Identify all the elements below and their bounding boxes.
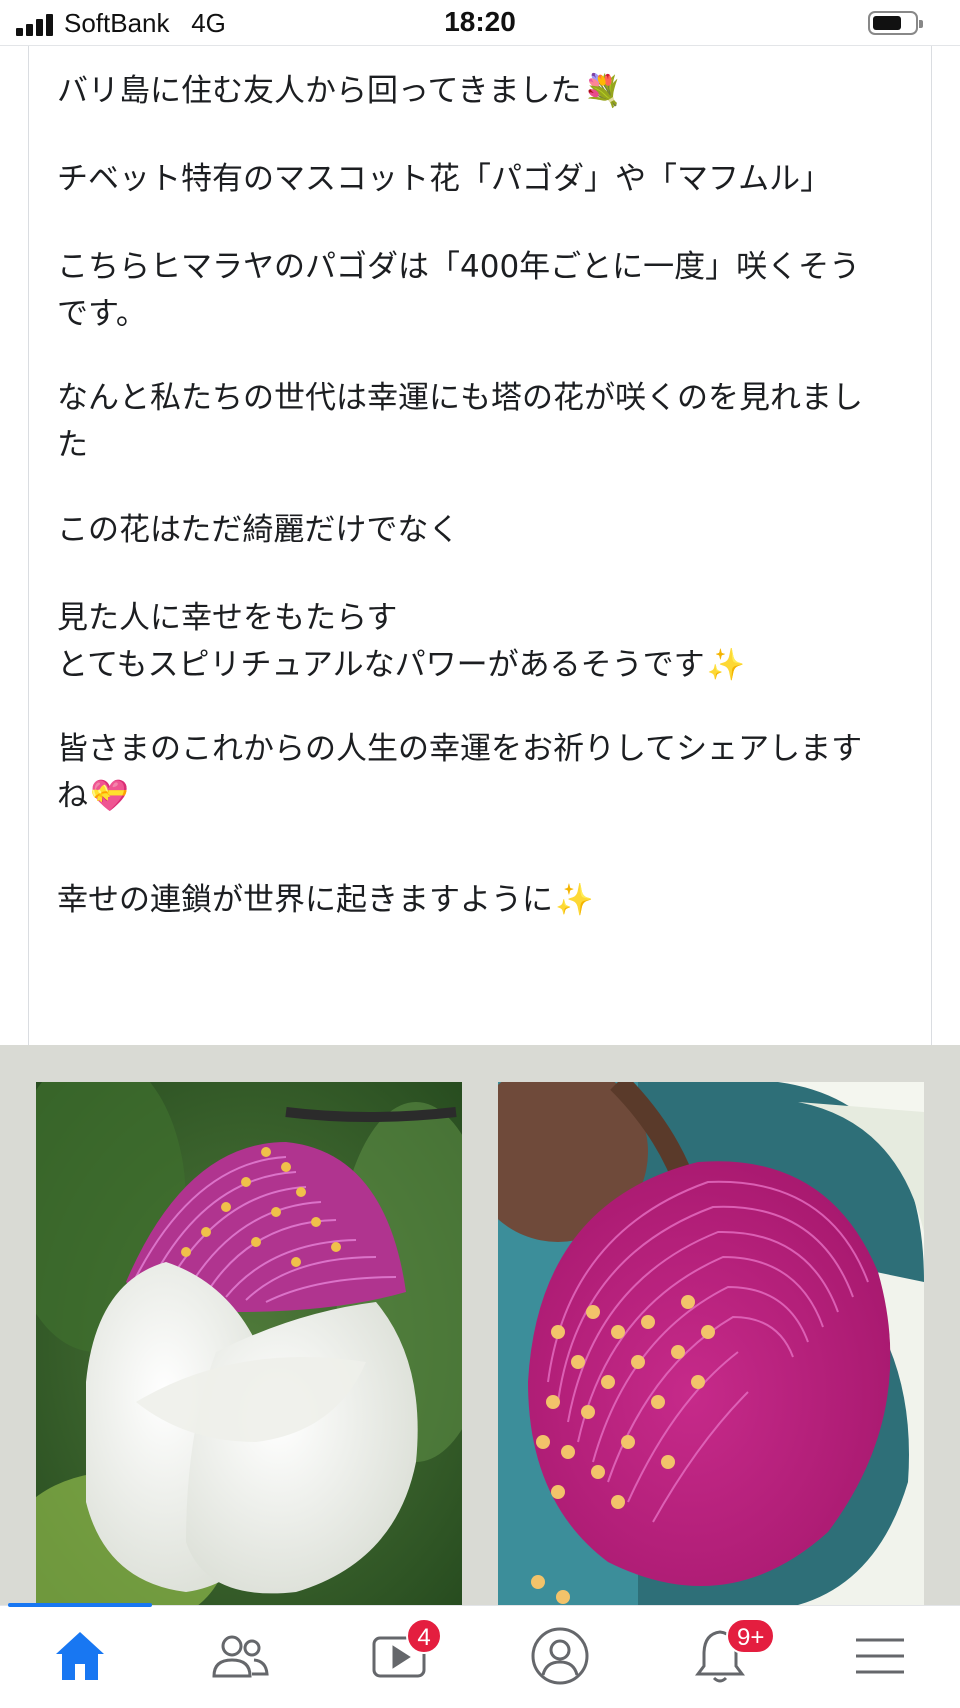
post-text-line: た [57, 427, 88, 463]
post-text-line: こちらヒマラヤのパゴダは「400年ごとに一度」咲くそう [57, 249, 861, 285]
post-text-line: 幸せの連鎖が世界に起きますように✨ [57, 875, 594, 925]
watch-badge: 4 [406, 1618, 442, 1654]
tab-home[interactable] [10, 1606, 150, 1708]
post-text-line: 見た人に幸せをもたらす [57, 600, 398, 636]
post-text-line: 皆さまのこれからの人生の幸運をお祈りしてシェアします [57, 731, 863, 767]
pagoda-flower-bloom-photo[interactable] [498, 1082, 924, 1605]
tab-friends[interactable] [170, 1606, 310, 1708]
tab-menu[interactable] [810, 1606, 950, 1708]
emoji-icon: ✨ [706, 647, 746, 683]
post-text-line: チベット特有のマスコット花「パゴダ」や「マフムル」 [57, 161, 832, 197]
emoji-icon: 💐 [583, 73, 623, 109]
post-text-line: なんと私たちの世代は幸運にも塔の花が咲くのを見れまし [57, 380, 863, 416]
photo-gallery [0, 1045, 960, 1605]
post-text-line: ね💝 [57, 771, 129, 821]
profile-icon [531, 1627, 589, 1685]
post-text-line: です。 [57, 296, 147, 332]
tab-notifications[interactable]: 9+ [650, 1606, 790, 1708]
status-bar: SoftBank 4G 18:20 [0, 0, 960, 46]
emoji-icon: 💝 [90, 778, 129, 814]
post-card: バリ島に住む友人から回ってきました💐 チベット特有のマスコット花「パゴダ」や「マフ… [28, 46, 932, 1045]
tab-profile[interactable] [490, 1606, 630, 1708]
emoji-icon: ✨ [555, 882, 594, 918]
post-text-line: バリ島に住む友人から回ってきました💐 [57, 66, 622, 116]
home-icon [56, 1632, 104, 1680]
bottom-tab-bar: 4 9+ [0, 1603, 960, 1708]
friends-icon [212, 1635, 269, 1678]
notifications-badge: 9+ [726, 1618, 776, 1654]
menu-icon [856, 1638, 904, 1674]
tab-watch[interactable]: 4 [330, 1606, 470, 1708]
pagoda-flower-bud-photo[interactable] [36, 1082, 462, 1605]
clock: 18:20 [444, 6, 516, 37]
post-text-line: とてもスピリチュアルなパワーがあるそうです✨ [57, 640, 745, 690]
battery-icon [868, 11, 923, 35]
post-text-line: この花はただ綺麗だけでなく [57, 512, 460, 548]
